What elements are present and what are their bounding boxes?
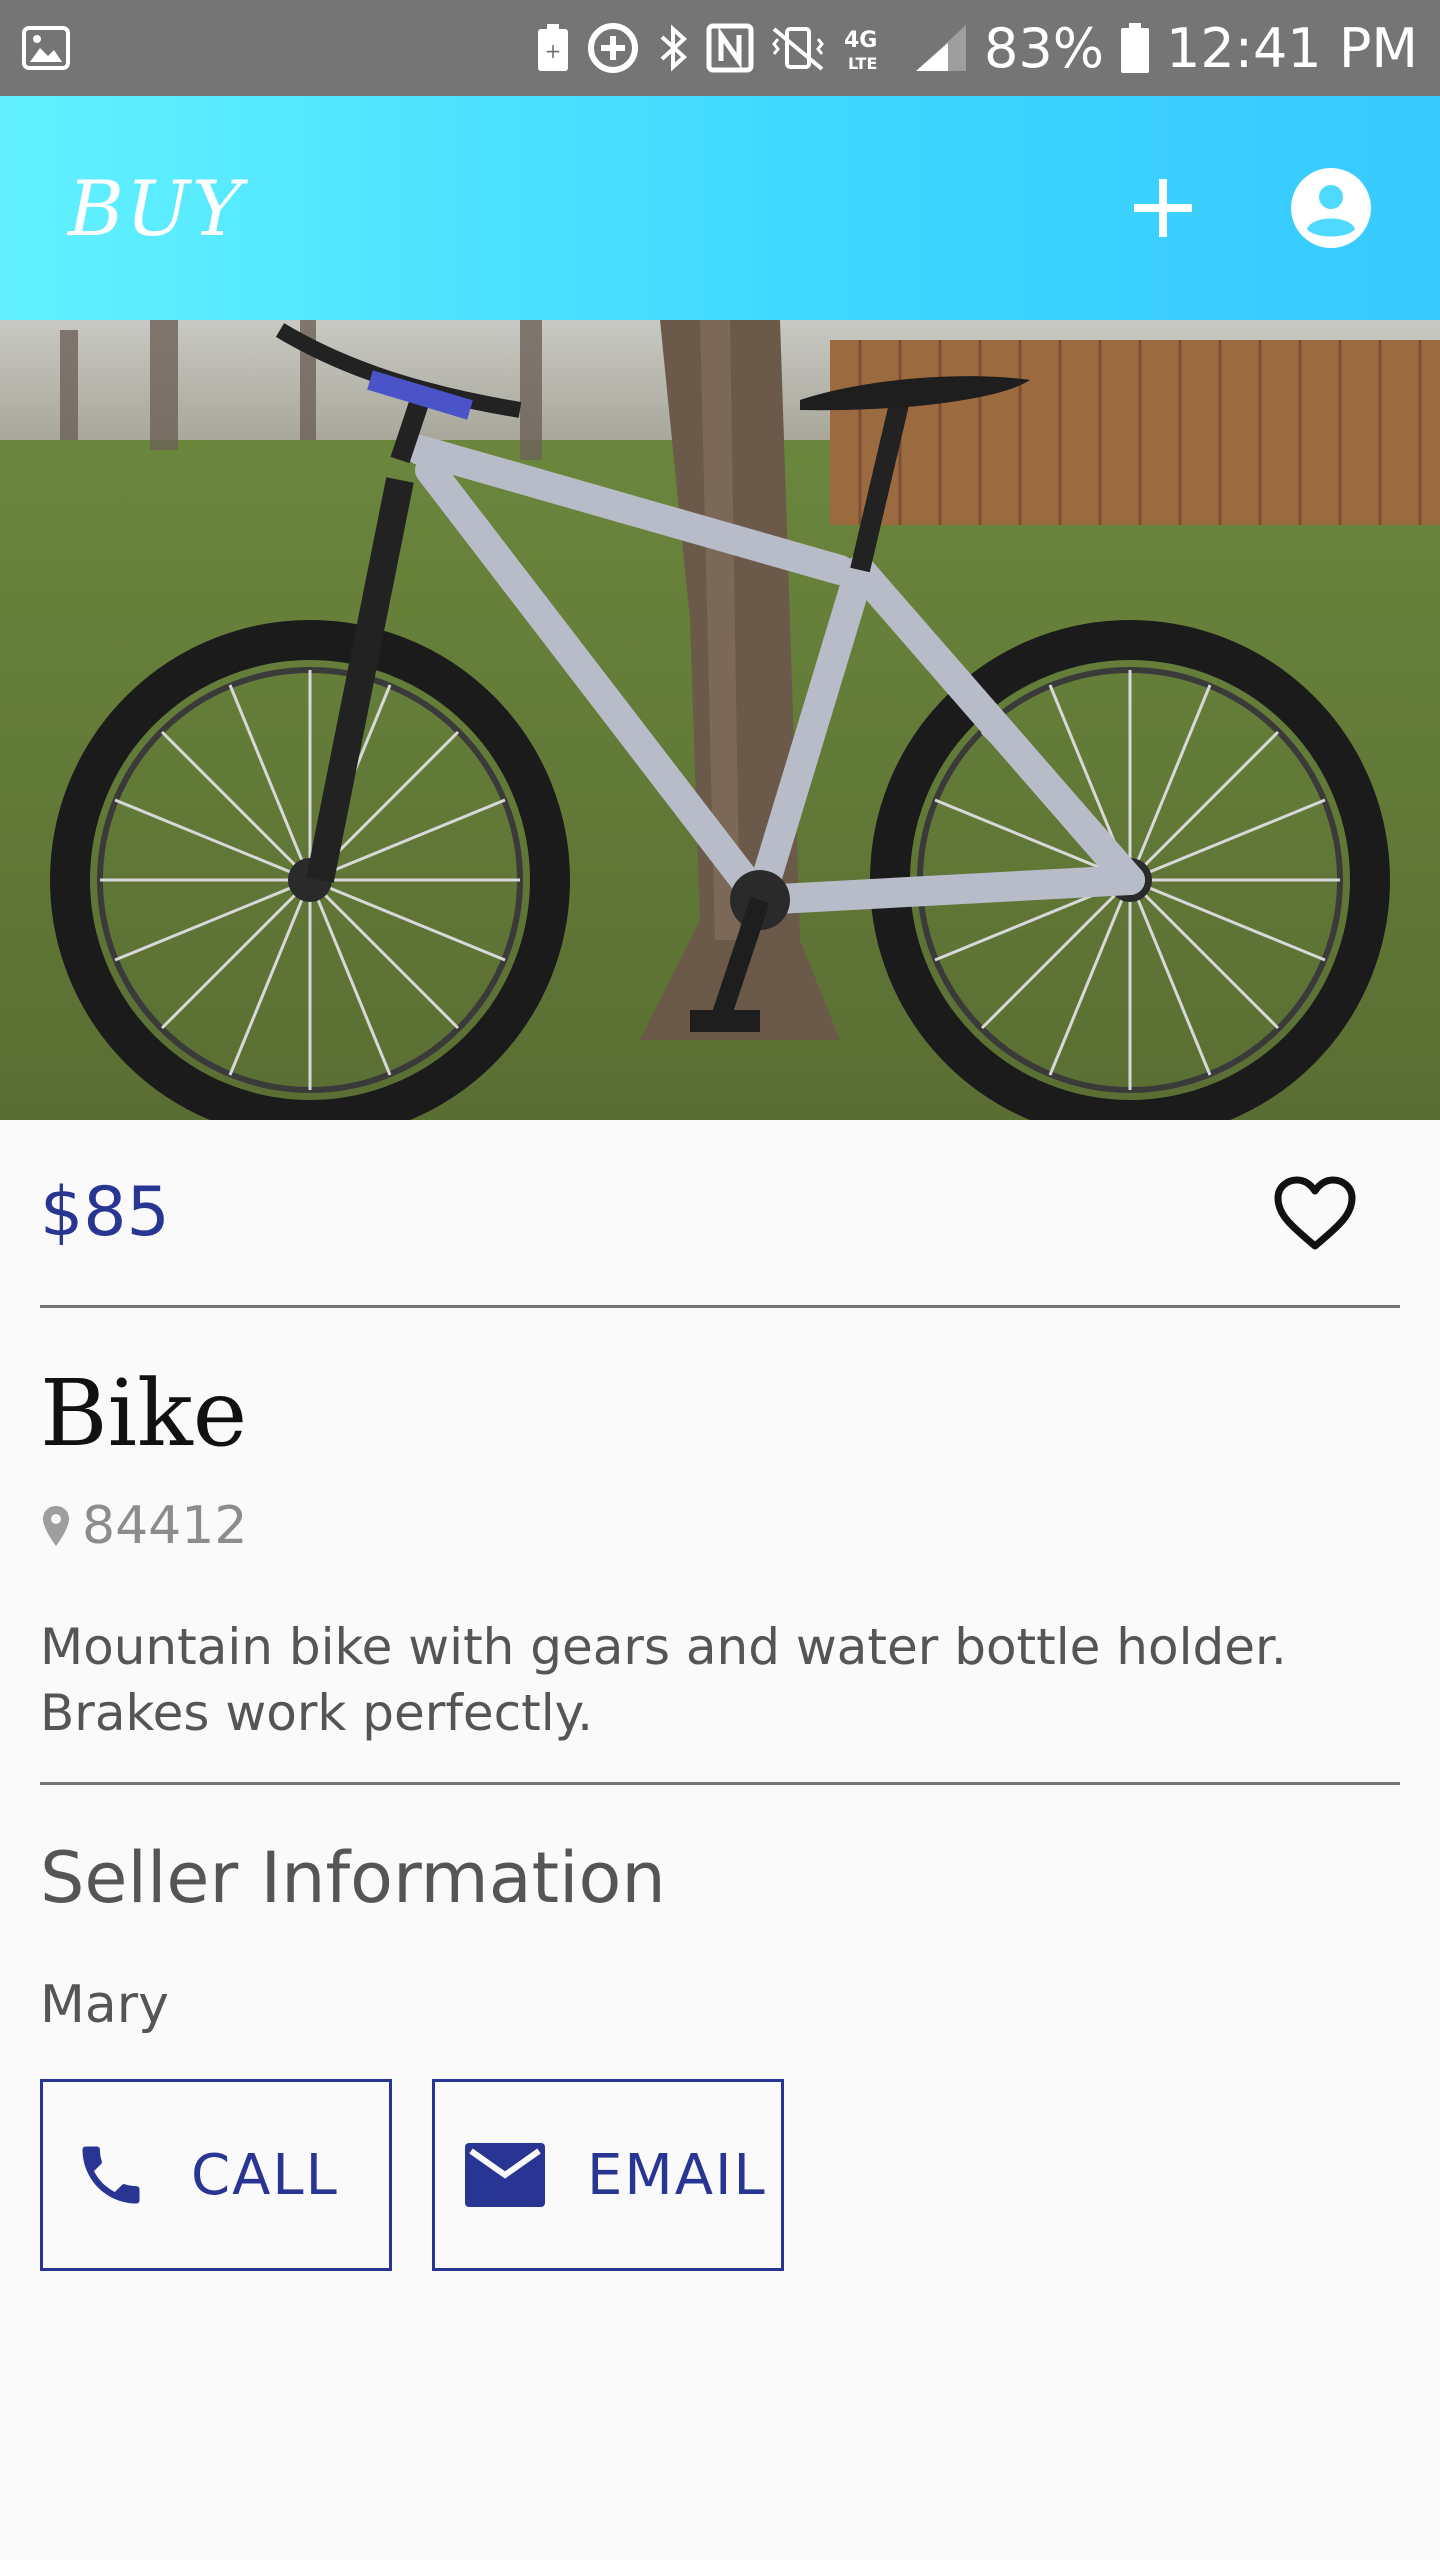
favorite-button[interactable]: [1274, 1176, 1356, 1250]
account-icon: [1291, 168, 1371, 248]
battery-percent: 83%: [984, 16, 1105, 80]
status-bar: + 4G LTE 83% 12:41 PM: [0, 0, 1440, 96]
seller-section-title: Seller Information: [40, 1837, 666, 1919]
price-row: $85: [40, 1120, 1400, 1308]
add-icon: [1134, 179, 1192, 237]
email-button-label: EMAIL: [587, 2142, 767, 2208]
bluetooth-icon: [656, 21, 690, 75]
data-saver-icon: [586, 21, 640, 75]
call-button[interactable]: CALL: [40, 2079, 392, 2271]
battery-saver-icon: +: [536, 23, 570, 73]
location: 84412: [40, 1496, 1400, 1556]
seller-name: Mary: [40, 1975, 169, 2035]
phone-icon: [73, 2137, 149, 2213]
price: $85: [40, 1173, 170, 1252]
svg-text:LTE: LTE: [848, 54, 877, 73]
nfc-icon: [706, 23, 754, 73]
listing-details: $85 Bike 84412 Mountain bike with gears …: [0, 1120, 1440, 2271]
email-icon: [465, 2143, 545, 2207]
listing-description: Mountain bike with gears and water bottl…: [40, 1614, 1400, 1785]
battery-icon: [1120, 22, 1150, 74]
call-button-label: CALL: [191, 2142, 339, 2208]
email-button[interactable]: EMAIL: [432, 2079, 784, 2271]
listing-photo: [0, 320, 1440, 1120]
heart-icon: [1274, 1176, 1356, 1249]
lte-icon: 4G LTE: [842, 23, 898, 73]
listing-title: Bike: [40, 1360, 248, 1467]
svg-text:4G: 4G: [844, 28, 877, 53]
account-button[interactable]: [1290, 167, 1372, 249]
page-title: BUY: [68, 163, 245, 253]
vibrate-icon: [770, 23, 826, 73]
gallery-icon: [22, 26, 70, 70]
add-listing-button[interactable]: [1132, 177, 1194, 239]
contact-actions: CALL EMAIL: [40, 2079, 1400, 2271]
signal-icon: [914, 23, 968, 73]
location-pin-icon: [43, 1506, 69, 1546]
svg-text:+: +: [545, 39, 562, 63]
clock: 12:41 PM: [1166, 16, 1418, 80]
location-zip: 84412: [82, 1496, 248, 1556]
app-bar: BUY: [0, 96, 1440, 320]
